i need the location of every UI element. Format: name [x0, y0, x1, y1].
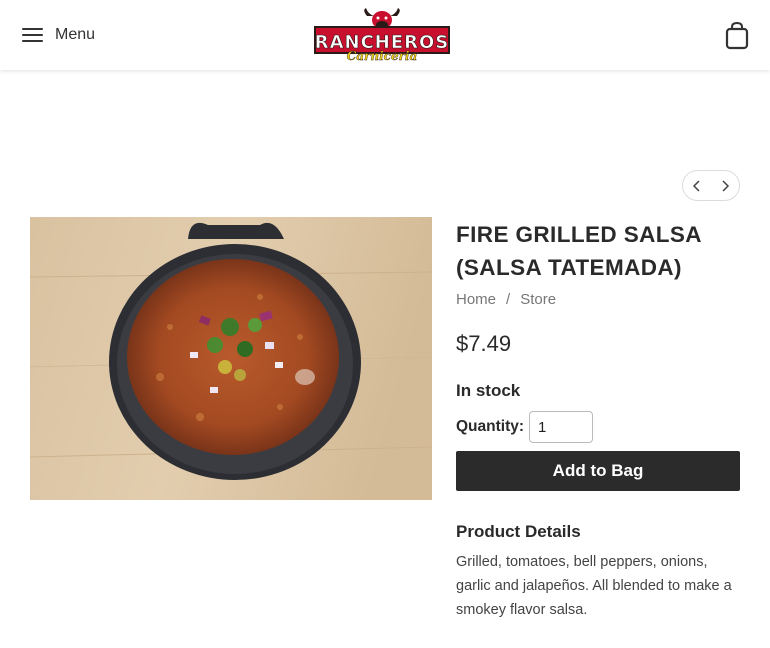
menu-button[interactable]: Menu	[22, 22, 95, 48]
gallery-navigation	[682, 170, 740, 201]
shopping-bag-icon	[725, 21, 749, 50]
quantity-input[interactable]	[529, 411, 594, 443]
hamburger-icon	[22, 27, 43, 43]
breadcrumb: Home / Store	[456, 291, 556, 308]
menu-label: Menu	[55, 26, 96, 43]
shopping-bag-button[interactable]	[724, 21, 750, 51]
gallery-next-button[interactable]	[711, 171, 739, 200]
rancheros-logo[interactable]: RANCHEROS Carniceria	[312, 8, 452, 63]
add-to-bag-button[interactable]: Add to Bag	[456, 451, 740, 491]
breadcrumb-separator: /	[506, 291, 511, 308]
product-image[interactable]	[30, 217, 432, 500]
bull-icon	[364, 8, 400, 29]
breadcrumb-home[interactable]: Home	[456, 291, 496, 308]
site-header: Menu RANCHEROS Carniceria	[0, 0, 770, 70]
logo-subtext: Carniceria	[347, 49, 418, 62]
chevron-right-icon	[722, 179, 730, 192]
breadcrumb-store[interactable]: Store	[520, 291, 556, 308]
gallery-prev-button[interactable]	[683, 171, 711, 200]
stock-status: In stock	[456, 381, 521, 400]
product-title: FIRE GRILLED SALSA (SALSA TATEMADA)	[456, 222, 702, 280]
product-details-text: Grilled, tomatoes, bell peppers, onions,…	[456, 554, 732, 618]
quantity-row: Quantity:	[456, 411, 594, 443]
quantity-label: Quantity:	[456, 418, 525, 435]
chevron-left-icon	[692, 179, 700, 192]
product-price: $7.49	[456, 331, 512, 356]
product-details-heading: Product Details	[456, 522, 581, 541]
